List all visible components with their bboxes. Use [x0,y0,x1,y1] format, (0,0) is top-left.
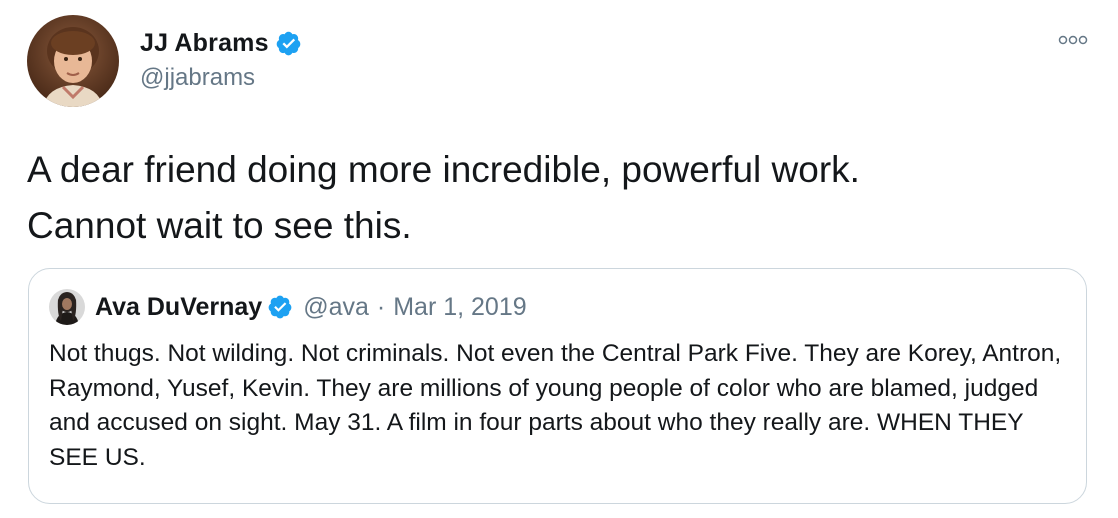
header-separator: · [376,292,386,321]
quoted-tweet-header: Ava DuVernay @ava · Mar 1, 2019 [95,289,527,325]
quoted-tweet[interactable]: Ava DuVernay @ava · Mar 1, 2019 Not thug… [28,268,1087,504]
author-display-name[interactable]: JJ Abrams [140,29,269,58]
tweet-text: A dear friend doing more incredible, pow… [27,149,860,246]
quoted-tweet-text: Not thugs. Not wilding. Not criminals. N… [49,340,1062,471]
verified-badge-icon [268,295,292,319]
tweet-card: JJ Abrams @jjabrams A dear friend doing … [0,0,1118,518]
author-name-row[interactable]: JJ Abrams [140,26,302,60]
quoted-author-handle[interactable]: @ava [303,293,369,322]
author-avatar[interactable] [27,15,119,107]
author-handle[interactable]: @jjabrams [140,64,255,92]
verified-badge-icon [276,31,301,55]
more-options-icon[interactable] [1056,30,1090,50]
quoted-author-avatar[interactable] [49,289,85,325]
quoted-tweet-date[interactable]: Mar 1, 2019 [393,293,526,322]
quoted-author-display-name[interactable]: Ava DuVernay [95,293,262,322]
